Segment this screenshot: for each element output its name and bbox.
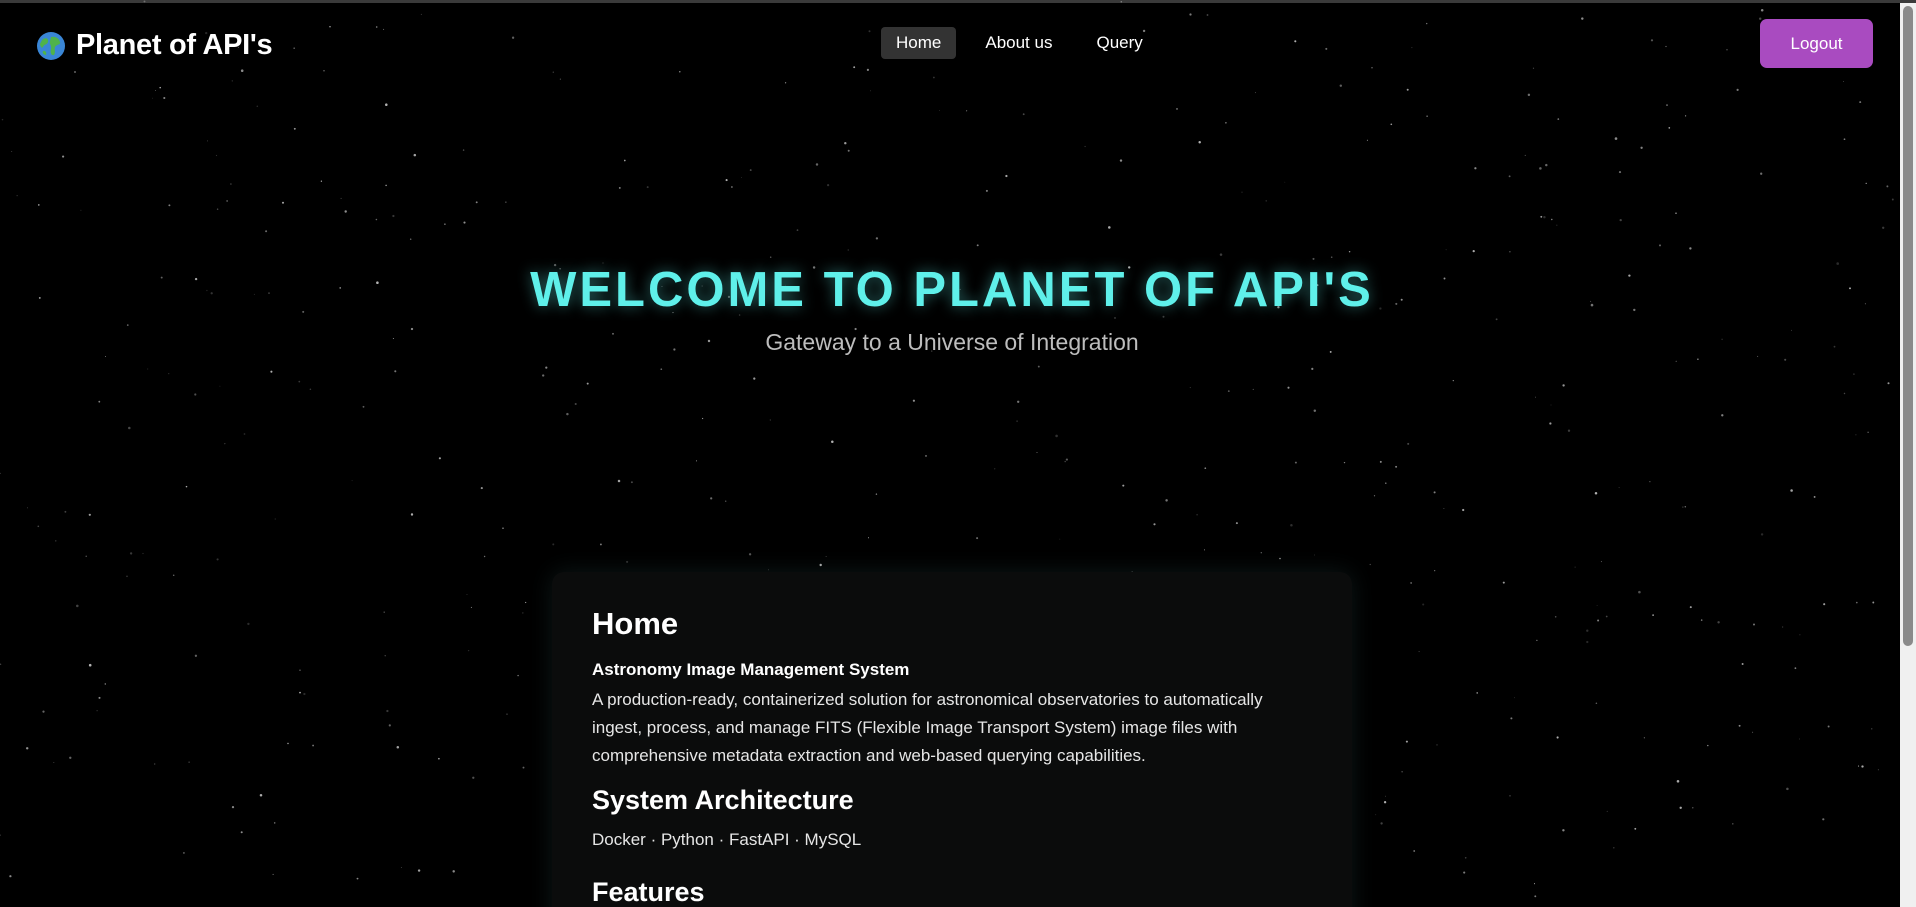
hero-title: WELCOME TO PLANET OF API'S (530, 263, 1374, 317)
nav-links: Home About us Query (881, 27, 1158, 59)
tech-stack: Docker · Python · FastAPI · MySQL (592, 830, 862, 849)
features-heading: Features (592, 877, 705, 907)
home-card-content: Home Astronomy Image Management System A… (592, 606, 1312, 907)
logout-button[interactable]: Logout (1760, 19, 1873, 68)
card-subheading: Astronomy Image Management System (592, 660, 910, 679)
brand-link[interactable]: Planet of API's (36, 29, 273, 62)
navbar: Planet of API's Home About us Query Logo… (0, 3, 1900, 83)
brand-name: Planet of API's (76, 29, 273, 61)
card-heading: Home (592, 606, 679, 641)
card-description: A production-ready, containerized soluti… (592, 690, 1263, 765)
nav-link-home[interactable]: Home (881, 27, 957, 59)
nav-link-about-us[interactable]: About us (970, 27, 1067, 59)
architecture-heading: System Architecture (592, 785, 854, 815)
home-card: Home Astronomy Image Management System A… (552, 572, 1352, 907)
hero-subtitle: Gateway to a Universe of Integration (765, 329, 1139, 355)
globe-icon (37, 31, 65, 60)
page: Planet of API's Home About us Query Logo… (0, 0, 1916, 907)
scrollbar-thumb[interactable] (1903, 6, 1913, 646)
nav-link-query[interactable]: Query (1081, 27, 1157, 59)
